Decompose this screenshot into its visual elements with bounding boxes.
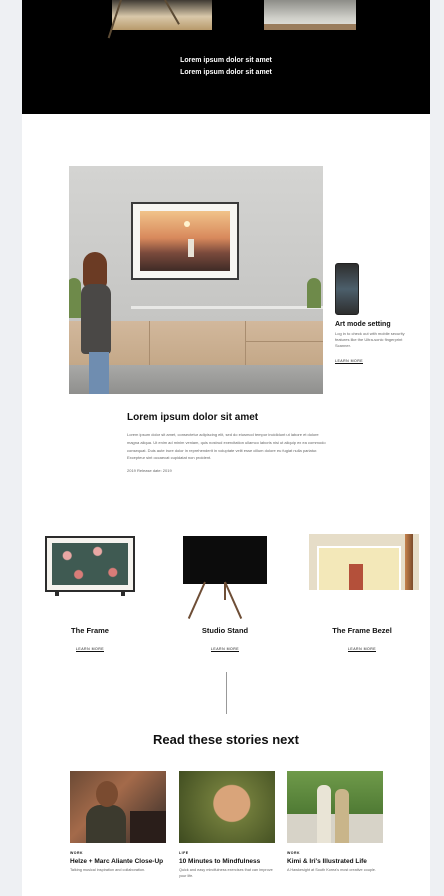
person-body	[86, 805, 126, 843]
story-description: Quick and easy mindfulness exercises tha…	[179, 868, 273, 878]
product-name: The Frame	[71, 626, 109, 635]
product-name: The Frame Bezel	[332, 626, 392, 635]
article-release-date: 2019 Release date: 2019	[127, 468, 172, 474]
stand-leg	[224, 582, 226, 600]
frame-tv-on-wall	[131, 202, 239, 280]
cabinet-divider	[149, 321, 150, 365]
person-figure	[317, 785, 331, 843]
product-card-the-frame[interactable]: The Frame LEARN MORE	[25, 530, 155, 655]
easel-leg	[164, 0, 180, 25]
hero-banner: Lorem ipsum dolor sit amet Lorem ipsum d…	[22, 0, 430, 114]
section-divider	[226, 672, 227, 714]
product-learn-more-link[interactable]: LEARN MORE	[210, 647, 240, 652]
frame-tv-floral	[45, 536, 135, 596]
bezel-closeup	[309, 534, 419, 590]
art-mode-title: Art mode setting	[335, 321, 391, 328]
art-mode-description: Log in to check out with mobile security…	[335, 331, 405, 348]
tv-screen	[183, 536, 267, 584]
tv-foot	[55, 592, 59, 596]
artwork-sun	[184, 221, 190, 227]
room-furniture	[264, 24, 356, 30]
bezel-edge	[405, 534, 413, 590]
article-body: Lorem ipsum dolor sit amet, consectetur …	[127, 432, 326, 461]
page: Lorem ipsum dolor sit amet Lorem ipsum d…	[22, 0, 430, 896]
plant	[69, 278, 81, 318]
cabinet-divider	[245, 341, 323, 342]
story-card[interactable]: WORK Helze + Marc Aliante Close-Up Talki…	[70, 771, 166, 874]
artwork-figure	[188, 239, 194, 257]
product-image-the-frame	[25, 530, 155, 620]
easel-leg	[107, 0, 122, 39]
product-image-frame-bezel	[297, 530, 427, 620]
hero-line-2: Lorem ipsum dolor sit amet	[180, 69, 272, 76]
piano	[130, 811, 166, 843]
feature-image-living-room	[69, 166, 323, 394]
article: Lorem ipsum dolor sit amet Lorem ipsum d…	[127, 412, 327, 473]
story-image	[287, 771, 383, 843]
tv-foot	[121, 592, 125, 596]
story-title[interactable]: Kimi & Iri's Illustrated Life	[287, 858, 383, 866]
plant	[307, 278, 321, 308]
tv-artwork	[140, 211, 230, 271]
story-description: Talking musical inspiration and collabor…	[70, 868, 146, 872]
woman-body	[81, 284, 111, 354]
story-card[interactable]: WORK Kimi & Iri's Illustrated Life A Haw…	[287, 771, 383, 874]
woman-legs	[89, 352, 109, 394]
product-learn-more-link[interactable]: LEARN MORE	[347, 647, 377, 652]
floral-artwork	[52, 543, 128, 585]
product-card-studio-stand[interactable]: Studio Stand LEARN MORE	[160, 530, 290, 655]
stand-leg	[187, 581, 206, 619]
story-title[interactable]: 10 Minutes to Mindfulness	[179, 858, 275, 866]
hero-image-room	[264, 0, 356, 30]
cabinet-divider	[245, 321, 246, 365]
bezel-artwork-detail	[349, 564, 363, 590]
story-category: WORK	[70, 851, 84, 855]
phone-image	[335, 263, 359, 315]
product-learn-more-link[interactable]: LEARN MORE	[75, 647, 105, 652]
stand-leg	[224, 581, 243, 619]
story-image	[70, 771, 166, 843]
product-name: Studio Stand	[201, 626, 249, 635]
story-category: LIFE	[179, 851, 189, 855]
woman-hair	[83, 252, 107, 288]
story-card[interactable]: LIFE 10 Minutes to Mindfulness Quick and…	[179, 771, 275, 879]
article-title: Lorem ipsum dolor sit amet	[127, 412, 259, 423]
art-mode-panel: Art mode setting Log in to check out wit…	[335, 263, 405, 367]
art-mode-learn-more-link[interactable]: LEARN MORE	[335, 359, 364, 364]
hero-image-easel	[107, 0, 212, 39]
story-category: WORK	[287, 851, 301, 855]
hero-line-1: Lorem ipsum dolor sit amet	[180, 57, 272, 64]
person-face	[96, 781, 118, 807]
product-card-the-frame-bezel[interactable]: The Frame Bezel LEARN MORE	[297, 530, 427, 655]
story-description: A Hawkesight at South Korea's most creat…	[287, 868, 376, 872]
person-figure	[335, 789, 349, 843]
product-image-studio-stand	[160, 530, 290, 620]
stories-heading: Read these stories next	[153, 732, 299, 747]
hero-text: Lorem ipsum dolor sit amet Lorem ipsum d…	[22, 55, 430, 79]
story-title[interactable]: Helze + Marc Aliante Close-Up	[70, 858, 166, 866]
wall-shelf	[131, 306, 323, 309]
story-image	[179, 771, 275, 843]
